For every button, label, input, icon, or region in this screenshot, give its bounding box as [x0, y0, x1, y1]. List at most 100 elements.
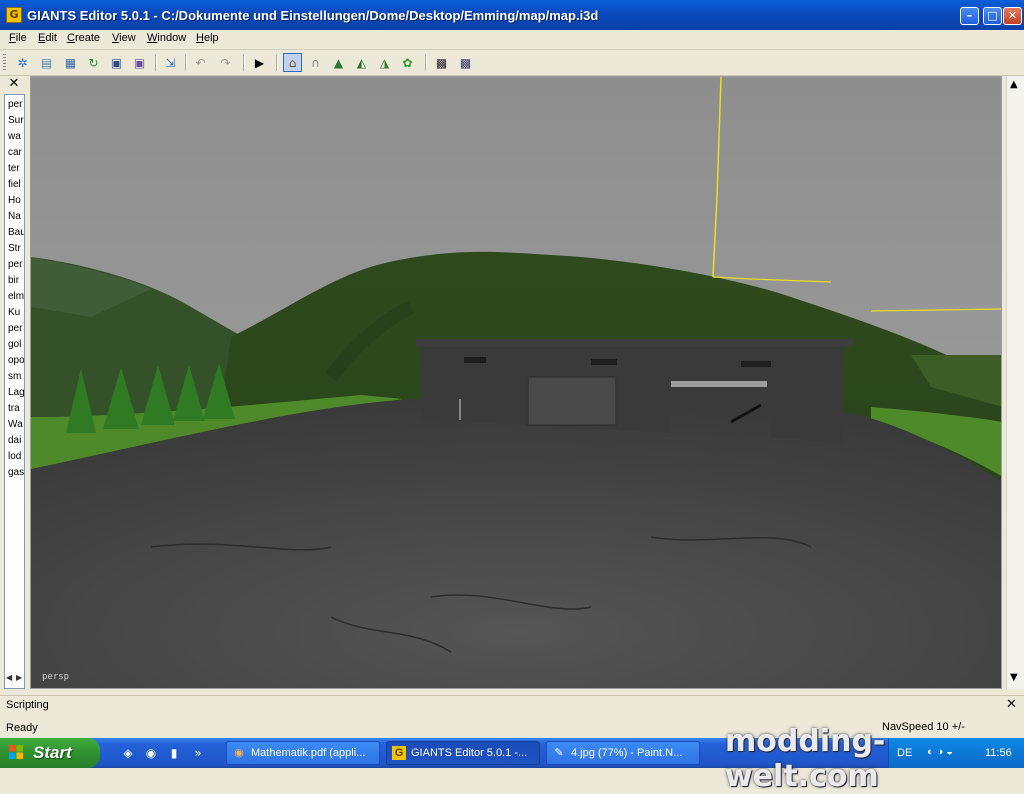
building-window — [464, 357, 486, 363]
quicklaunch-firefox-icon[interactable]: ◉ — [143, 745, 159, 761]
checker-search-button[interactable]: ▩ — [456, 53, 475, 72]
scenegraph-item[interactable]: per — [8, 257, 24, 273]
scenegraph-item[interactable]: per — [8, 321, 24, 337]
home-icon: ⌂ — [288, 55, 297, 70]
toolbar-grip[interactable] — [3, 54, 6, 71]
scenegraph-item[interactable]: opo — [8, 353, 24, 369]
magnet-icon: ∩ — [311, 55, 320, 70]
menu-edit[interactable]: Edit — [38, 32, 57, 44]
toolbar-separator — [243, 54, 245, 71]
giants-app-icon: G — [392, 746, 406, 760]
task-giants-editor[interactable]: G GIANTS Editor 5.0.1 -... — [386, 741, 540, 765]
menu-bar: File Edit Create View Window Help — [0, 30, 1024, 50]
quicklaunch-app-icon[interactable]: ▮ — [166, 745, 182, 761]
maximize-icon: □ — [987, 9, 998, 22]
terrain-paint-button[interactable]: ▲ — [329, 53, 348, 72]
giants-app-icon[interactable]: G — [6, 7, 22, 23]
terrain-smooth-button[interactable]: ◮ — [375, 53, 394, 72]
status-text: Ready — [6, 722, 38, 734]
document-button[interactable]: ▦ — [61, 53, 80, 72]
scroll-down-icon[interactable]: ▼ — [1010, 672, 1018, 683]
play-button[interactable]: ▶ — [250, 53, 269, 72]
foliage-icon: ✿ — [402, 55, 413, 70]
scenegraph-item[interactable]: Wa — [8, 417, 24, 433]
menu-help[interactable]: Help — [196, 32, 219, 44]
import-button[interactable]: ⇲ — [161, 53, 180, 72]
scroll-up-icon[interactable]: ▲ — [1010, 79, 1018, 90]
close-button[interactable]: ✕ — [1003, 7, 1022, 25]
menu-window[interactable]: Window — [147, 32, 186, 44]
terrain-smooth-icon: ◮ — [379, 55, 390, 70]
scenegraph-item[interactable]: sm — [8, 369, 24, 385]
new-scene-button[interactable]: ✲ — [13, 53, 32, 72]
menu-view[interactable]: View — [112, 32, 136, 44]
minimize-button[interactable]: – — [960, 7, 979, 25]
scroll-left-icon[interactable]: ◀ — [6, 673, 12, 682]
scenegraph-item[interactable]: car — [8, 145, 24, 161]
scenegraph-item[interactable]: Str — [8, 241, 24, 257]
new-scene-icon: ✲ — [17, 55, 28, 70]
building-window — [591, 359, 617, 365]
scenegraph-panel[interactable]: per Sur wa car ter fiel Ho Na Bau Str per bir elm Ku p… — [4, 94, 25, 689]
maximize-button[interactable]: □ — [983, 7, 1002, 25]
foliage-paint-button[interactable]: ✿ — [398, 53, 417, 72]
scenegraph-item[interactable]: Sur — [8, 113, 24, 129]
scenegraph-item[interactable]: fiel — [8, 177, 24, 193]
scenegraph-item[interactable]: bir — [8, 273, 24, 289]
scenegraph-list[interactable]: per Sur wa car ter fiel Ho Na Bau Str per bir elm Ku p… — [8, 97, 24, 481]
scenegraph-item[interactable]: per — [8, 97, 24, 113]
checker-icon: ▩ — [435, 55, 448, 70]
paint-icon: ✎ — [554, 747, 564, 759]
scenegraph-item[interactable]: Bau — [8, 225, 24, 241]
panel-close-button[interactable]: ✕ — [4, 77, 24, 93]
task-paint-net[interactable]: ✎ 4.jpg (77%) - Paint.N... — [546, 741, 700, 765]
quicklaunch-ie-icon[interactable]: ◈ — [120, 745, 136, 761]
scripting-close-button[interactable]: ✕ — [1006, 697, 1017, 712]
save-button[interactable]: ▣ — [107, 53, 126, 72]
redo-button[interactable]: ↷ — [216, 53, 235, 72]
quicklaunch-more-icon[interactable]: » — [190, 745, 206, 761]
checker-button[interactable]: ▩ — [432, 53, 451, 72]
undo-button[interactable]: ↶ — [191, 53, 210, 72]
building-window — [741, 361, 771, 367]
save-as-button[interactable]: ▣ — [130, 53, 149, 72]
toolbar: ✲ ▤ ▦ ↻ ▣ ▣ ⇲ ↶ ↷ ▶ ⌂ ∩ ▲ ◭ ◮ ✿ ▩ ▩ — [0, 50, 1024, 76]
reload-button[interactable]: ↻ — [84, 53, 103, 72]
start-label: Start — [33, 743, 72, 762]
scenegraph-item[interactable]: Ho — [8, 193, 24, 209]
snap-button[interactable]: ∩ — [306, 53, 325, 72]
title-bar: G GIANTS Editor 5.0.1 - C:/Dokumente und… — [0, 0, 1024, 30]
scenegraph-item[interactable]: Lag — [8, 385, 24, 401]
task-mathematik-pdf[interactable]: ◉ Mathematik.pdf (appli... — [226, 741, 380, 765]
scenegraph-item[interactable]: wa — [8, 129, 24, 145]
scenegraph-item[interactable]: gas — [8, 465, 24, 481]
menu-create[interactable]: Create — [67, 32, 100, 44]
play-icon: ▶ — [254, 55, 265, 70]
toolbar-separator — [276, 54, 278, 71]
scenegraph-item[interactable]: gol — [8, 337, 24, 353]
save-as-icon: ▣ — [133, 55, 146, 70]
open-button[interactable]: ▤ — [37, 53, 56, 72]
minimize-icon: – — [966, 9, 973, 22]
window-title: GIANTS Editor 5.0.1 - C:/Dokumente und E… — [27, 8, 599, 23]
terrain-sculpt-button[interactable]: ◭ — [352, 53, 371, 72]
scripting-label: Scripting — [6, 699, 49, 711]
menu-file[interactable]: File — [9, 32, 27, 44]
3d-viewport[interactable]: persp — [30, 76, 1002, 689]
scenegraph-item[interactable]: lod — [8, 449, 24, 465]
scenegraph-item[interactable]: Ku — [8, 305, 24, 321]
scenegraph-item[interactable]: tra — [8, 401, 24, 417]
toolbar-separator — [185, 54, 187, 71]
scroll-right-icon[interactable]: ▶ — [16, 673, 22, 682]
undo-icon: ↶ — [195, 55, 206, 70]
scenegraph-item[interactable]: Na — [8, 209, 24, 225]
select-mode-button[interactable]: ⌂ — [283, 53, 302, 72]
scenegraph-item[interactable]: ter — [8, 161, 24, 177]
viewport-scene — [31, 77, 1001, 688]
toolbar-separator — [425, 54, 427, 71]
right-scrollbar[interactable]: ▲ ▼ — [1006, 76, 1024, 689]
camera-label: persp — [42, 672, 70, 682]
start-button[interactable]: Start — [0, 738, 100, 768]
scenegraph-item[interactable]: dai — [8, 433, 24, 449]
scenegraph-item[interactable]: elm — [8, 289, 24, 305]
